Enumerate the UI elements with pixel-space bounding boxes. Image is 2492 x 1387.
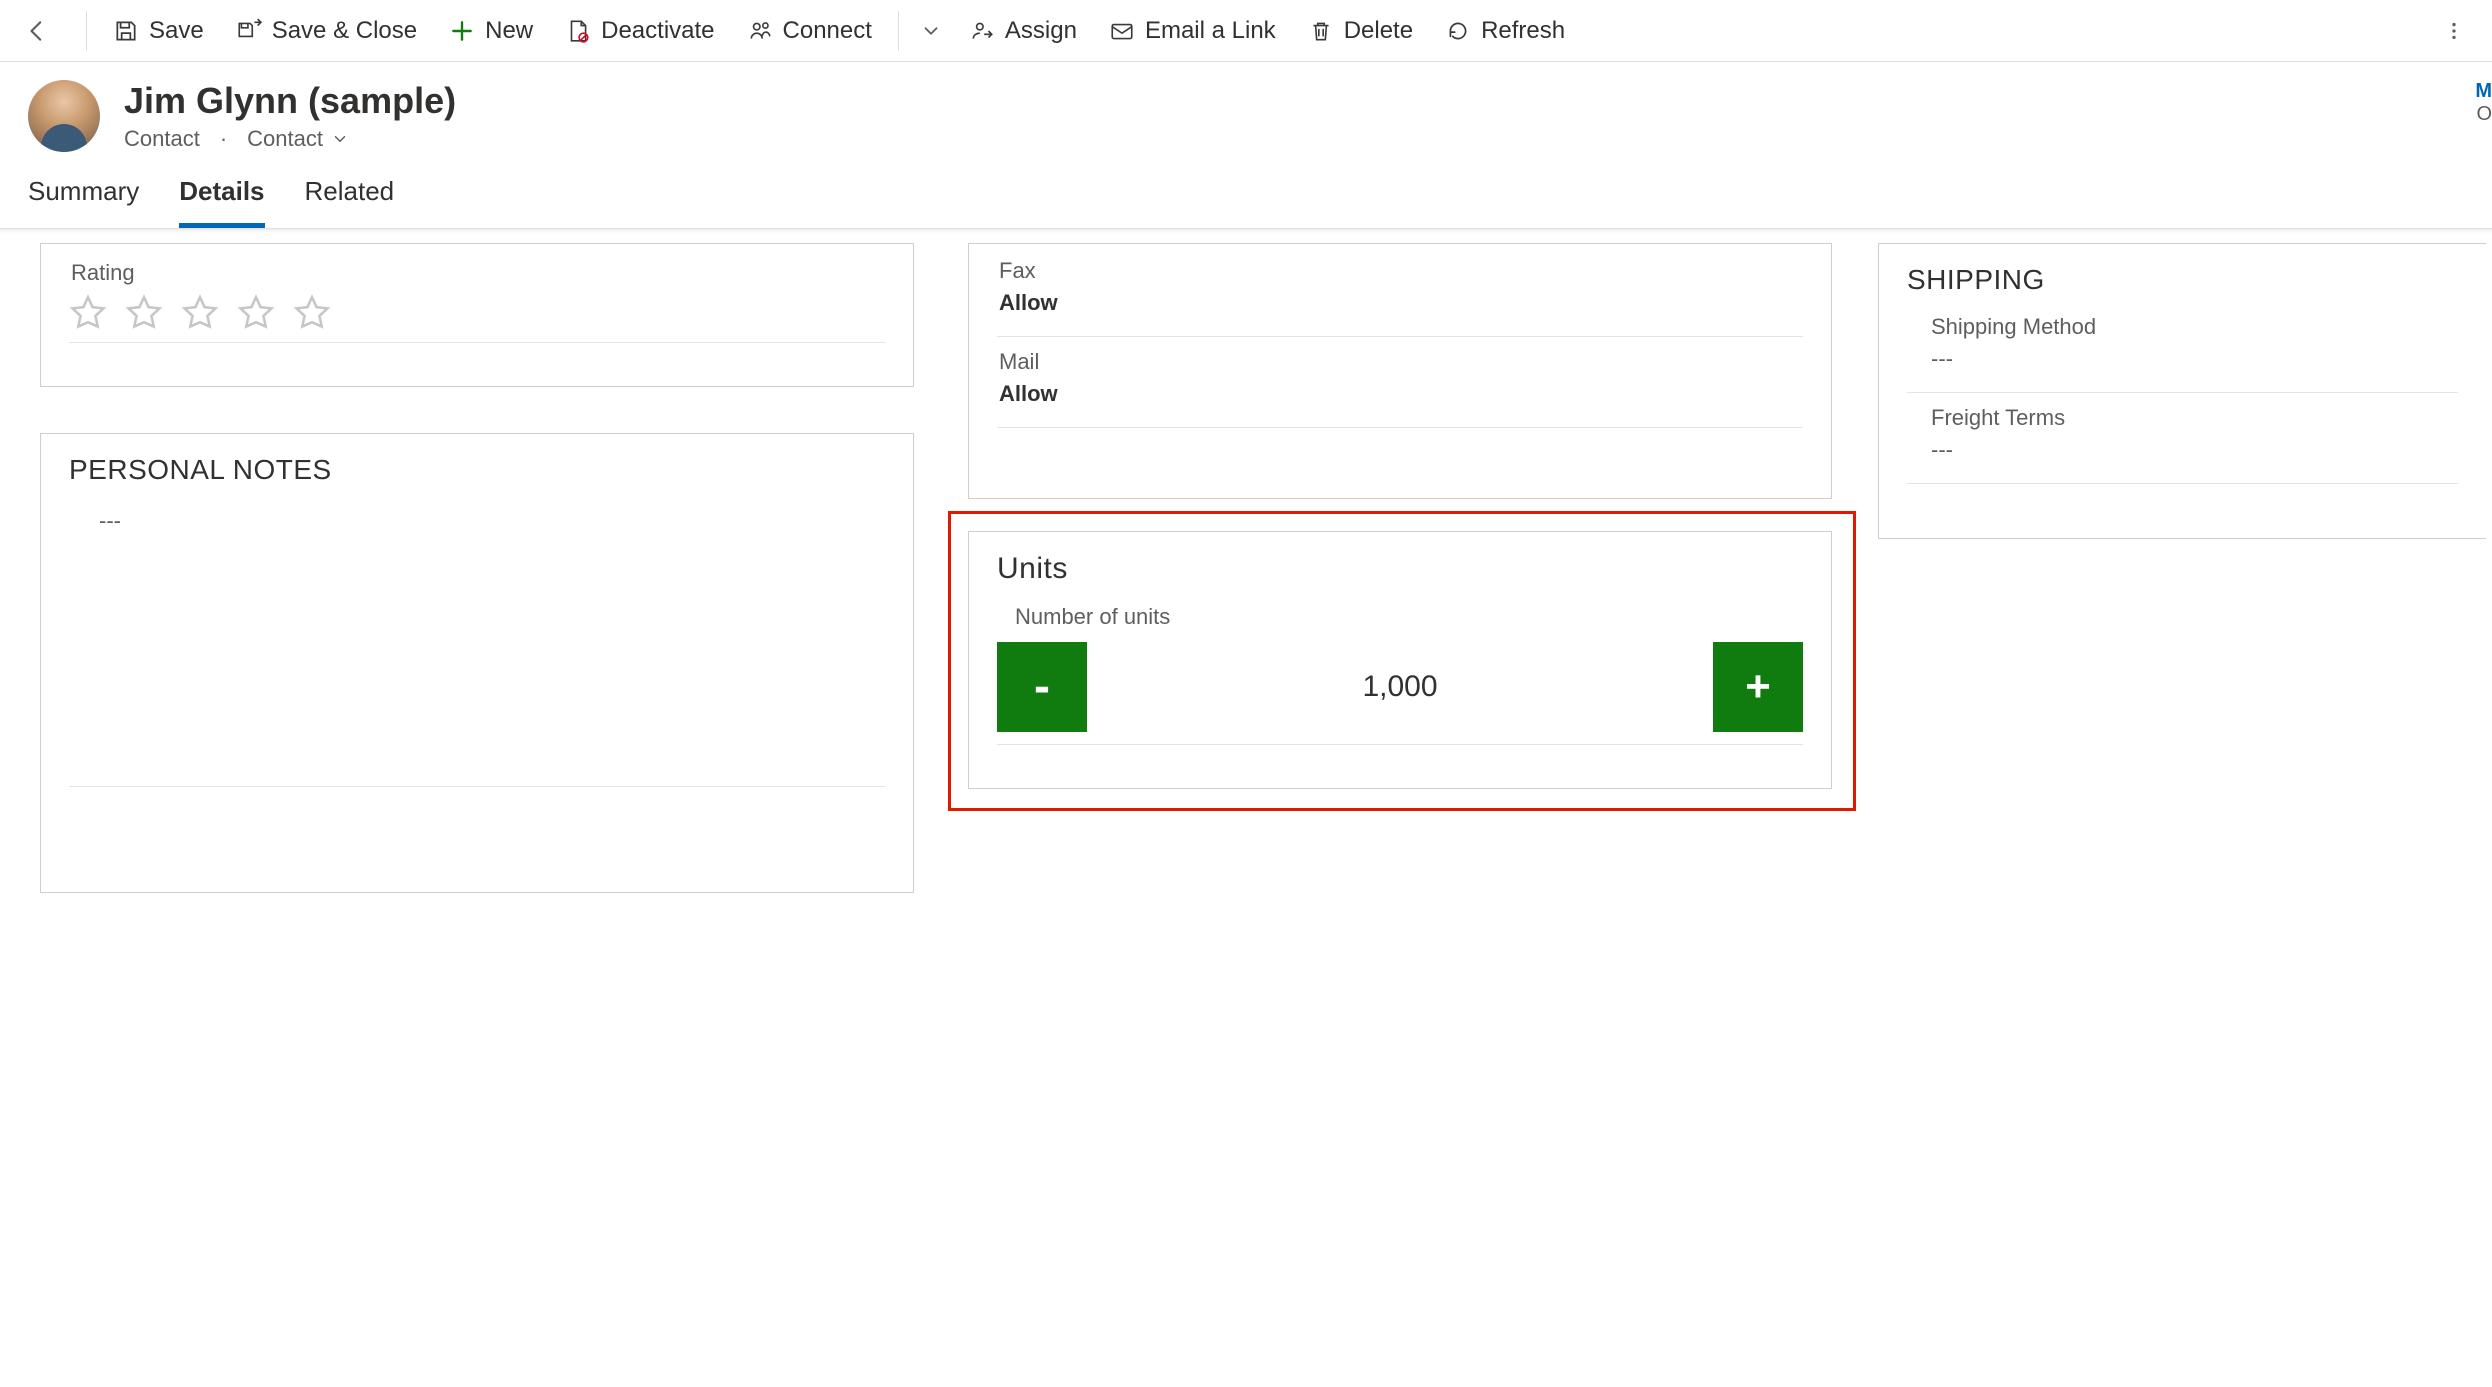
refresh-icon: [1445, 18, 1471, 44]
email-link-button[interactable]: Email a Link: [1093, 11, 1292, 51]
back-button[interactable]: [18, 11, 58, 51]
save-close-icon: [236, 18, 262, 44]
save-button[interactable]: Save: [97, 11, 220, 51]
save-icon: [113, 18, 139, 44]
assign-label: Assign: [1005, 17, 1077, 45]
shipping-method-value: ---: [1907, 346, 2458, 384]
rating-label: Rating: [69, 252, 885, 292]
record-header: Jim Glynn (sample) Contact Contact M O: [0, 62, 2492, 152]
connect-button[interactable]: Connect: [731, 11, 888, 51]
tab-summary[interactable]: Summary: [28, 176, 139, 228]
command-bar: Save Save & Close New Deactivate Connect…: [0, 0, 2492, 62]
connect-split-button[interactable]: [909, 20, 953, 42]
star-icon: [181, 294, 219, 332]
decrement-button[interactable]: -: [997, 642, 1087, 732]
form-name: Contact: [247, 126, 323, 152]
rating-control[interactable]: [69, 292, 885, 343]
star-icon: [69, 294, 107, 332]
new-label: New: [485, 17, 533, 45]
fax-value: Allow: [997, 290, 1803, 328]
assign-button[interactable]: Assign: [953, 11, 1093, 51]
trash-icon: [1308, 18, 1334, 44]
star-icon: [125, 294, 163, 332]
dot-separator: [214, 126, 233, 152]
more-vertical-icon: [2443, 20, 2465, 42]
chevron-down-icon: [331, 130, 349, 148]
field-fax[interactable]: Fax Allow: [997, 248, 1803, 337]
field-shipping-method[interactable]: Shipping Method ---: [1907, 304, 2458, 393]
plus-icon: [449, 18, 475, 44]
field-freight-terms[interactable]: Freight Terms ---: [1907, 395, 2458, 484]
chevron-down-icon: [920, 20, 942, 42]
connect-label: Connect: [783, 17, 872, 45]
avatar: [28, 80, 100, 152]
form-selector[interactable]: Contact: [247, 126, 349, 152]
save-close-label: Save & Close: [272, 17, 417, 45]
section-rating: Rating: [40, 243, 914, 387]
overflow-button[interactable]: [2434, 20, 2474, 42]
section-units: Units Number of units - 1,000 +: [968, 531, 1832, 789]
mail-value: Allow: [997, 381, 1803, 419]
tab-details[interactable]: Details: [179, 176, 264, 228]
section-shipping: SHIPPING Shipping Method --- Freight Ter…: [1878, 243, 2486, 539]
refresh-button[interactable]: Refresh: [1429, 11, 1581, 51]
delete-button[interactable]: Delete: [1292, 11, 1429, 51]
email-icon: [1109, 18, 1135, 44]
new-button[interactable]: New: [433, 11, 549, 51]
freight-terms-value: ---: [1907, 437, 2458, 475]
header-right-partial: M O: [2475, 80, 2492, 126]
toolbar-divider: [898, 11, 899, 51]
units-value[interactable]: 1,000: [1087, 670, 1713, 704]
page-title: Jim Glynn (sample): [124, 80, 456, 122]
record-subtitle: Contact Contact: [124, 126, 456, 152]
arrow-left-icon: [25, 18, 51, 44]
star-icon: [293, 294, 331, 332]
deactivate-icon: [565, 18, 591, 44]
personal-notes-title: PERSONAL NOTES: [69, 454, 885, 486]
form-body: Rating PERSONAL NOTES --- Fax Allow: [0, 229, 2492, 1009]
save-label: Save: [149, 17, 204, 45]
deactivate-label: Deactivate: [601, 17, 714, 45]
increment-button[interactable]: +: [1713, 642, 1803, 732]
connect-icon: [747, 18, 773, 44]
shipping-title: SHIPPING: [1907, 264, 2458, 296]
header-partial-bottom: O: [2475, 103, 2492, 126]
tab-list: Summary Details Related: [0, 152, 2492, 229]
shipping-method-label: Shipping Method: [1907, 304, 2458, 346]
field-mail[interactable]: Mail Allow: [997, 339, 1803, 428]
header-partial-top: M: [2475, 80, 2492, 103]
tab-related[interactable]: Related: [305, 176, 395, 228]
assign-icon: [969, 18, 995, 44]
section-personal-notes: PERSONAL NOTES ---: [40, 433, 914, 893]
section-contact-prefs: Fax Allow Mail Allow: [968, 243, 1832, 499]
save-close-button[interactable]: Save & Close: [220, 11, 433, 51]
email-link-label: Email a Link: [1145, 17, 1276, 45]
deactivate-button[interactable]: Deactivate: [549, 11, 730, 51]
star-icon: [237, 294, 275, 332]
toolbar-divider: [86, 11, 87, 51]
units-title: Units: [997, 552, 1803, 586]
fax-label: Fax: [997, 248, 1803, 290]
freight-terms-label: Freight Terms: [1907, 395, 2458, 437]
units-stepper: - 1,000 +: [997, 642, 1803, 745]
mail-label: Mail: [997, 339, 1803, 381]
personal-notes-value[interactable]: ---: [69, 508, 885, 546]
refresh-label: Refresh: [1481, 17, 1565, 45]
units-label: Number of units: [997, 594, 1803, 636]
entity-label: Contact: [124, 126, 200, 152]
delete-label: Delete: [1344, 17, 1413, 45]
